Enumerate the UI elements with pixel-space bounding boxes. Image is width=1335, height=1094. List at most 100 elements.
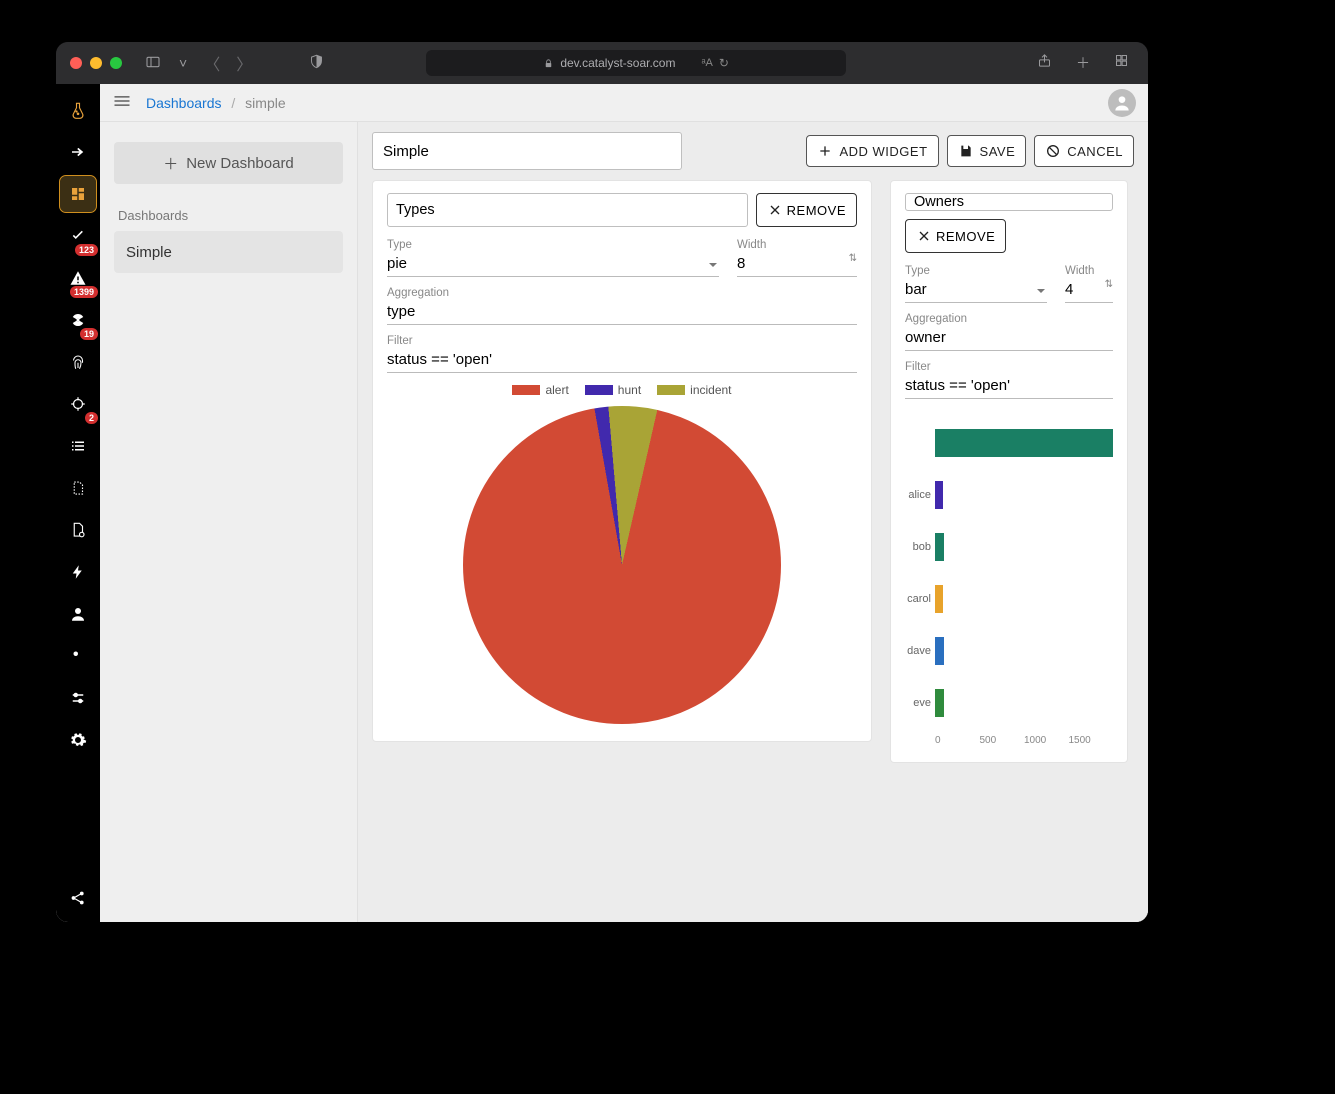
filter-input[interactable] (387, 349, 857, 373)
type-select[interactable] (905, 279, 1047, 303)
save-button[interactable]: SAVE (947, 135, 1027, 167)
bar-row: dave (905, 631, 1113, 671)
field-label: Filter (387, 335, 857, 347)
widget-name-input[interactable] (387, 193, 748, 227)
save-icon (958, 143, 974, 159)
field-label: Aggregation (905, 313, 1113, 325)
browser-window: ˅ 〈 〉 dev.catalyst-soar.com ᵃA ↻ ＋ (56, 42, 1148, 922)
reload-icon[interactable]: ↻ (719, 56, 729, 70)
add-widget-button[interactable]: ADD WIDGET (806, 135, 938, 167)
bar-label: dave (905, 645, 935, 657)
dashboard-name-input[interactable] (372, 132, 682, 170)
share-icon[interactable] (1032, 53, 1057, 73)
close-icon (767, 202, 783, 218)
maximize-window-icon[interactable] (110, 57, 122, 69)
rail-item-gear[interactable] (60, 722, 96, 758)
url-text: dev.catalyst-soar.com (560, 56, 675, 70)
rail-item-tasks[interactable]: 123 (60, 218, 96, 254)
rail-item-alerts[interactable]: 1399 (60, 260, 96, 296)
field-label: Width (1065, 265, 1113, 277)
new-dashboard-button[interactable]: ＋ New Dashboard (114, 142, 343, 184)
bar-chart: alice bob carol dave eve 050010001500 (905, 423, 1113, 746)
width-input[interactable] (1065, 279, 1113, 303)
back-button[interactable]: 〈 (200, 51, 224, 75)
x-axis: 050010001500 (935, 735, 1113, 746)
sidebar-toggle-icon[interactable] (140, 54, 166, 73)
sidebar-item-label: Simple (126, 244, 172, 261)
breadcrumb-current: simple (245, 95, 285, 111)
bar-row: carol (905, 579, 1113, 619)
pie-graphic (462, 405, 782, 725)
type-select[interactable] (387, 253, 719, 277)
aggregation-input[interactable] (905, 327, 1113, 351)
badge: 19 (80, 328, 98, 340)
bar-row: alice (905, 475, 1113, 515)
new-tab-icon[interactable]: ＋ (1071, 53, 1095, 73)
aggregation-input[interactable] (387, 301, 857, 325)
rail-item-bolt[interactable] (60, 554, 96, 590)
new-dashboard-label: New Dashboard (186, 155, 294, 172)
filter-input[interactable] (905, 375, 1113, 399)
dashboard-canvas: ADD WIDGET SAVE CANCEL (358, 122, 1148, 922)
bar-row: eve (905, 683, 1113, 723)
breadcrumb-root[interactable]: Dashboards (146, 95, 222, 111)
sidebar: ＋ New Dashboard Dashboards Simple (100, 122, 358, 922)
nav-rail: 123 1399 19 2 (56, 84, 100, 922)
reader-icon[interactable]: ᵃA (701, 57, 712, 69)
address-bar[interactable]: dev.catalyst-soar.com ᵃA ↻ (426, 50, 846, 76)
sidebar-section-label: Dashboards (114, 208, 343, 223)
remove-widget-button[interactable]: REMOVE (756, 193, 857, 227)
lock-icon (543, 58, 554, 69)
logo-icon[interactable] (60, 92, 96, 128)
app-header: Dashboards / simple (100, 84, 1148, 122)
bar-label: bob (905, 541, 935, 553)
rail-item-list[interactable] (60, 428, 96, 464)
chevron-down-icon[interactable]: ˅ (174, 55, 192, 71)
field-label: Width (737, 239, 857, 251)
rail-item-template[interactable] (60, 470, 96, 506)
rail-item-sliders[interactable] (60, 680, 96, 716)
rail-item-fingerprint[interactable] (60, 344, 96, 380)
avatar[interactable] (1108, 89, 1136, 117)
bar-row: bob (905, 527, 1113, 567)
rail-item-dashboards[interactable] (60, 176, 96, 212)
plus-icon (817, 143, 833, 159)
field-label: Aggregation (387, 287, 857, 299)
rail-item-file-settings[interactable] (60, 512, 96, 548)
bar-label: alice (905, 489, 935, 501)
width-input[interactable] (737, 253, 857, 277)
app-main: Dashboards / simple ＋ New Dashboard (100, 84, 1148, 922)
menu-toggle-icon[interactable] (112, 91, 132, 114)
minimize-window-icon[interactable] (90, 57, 102, 69)
rail-item-arrow[interactable] (60, 134, 96, 170)
bar-label: carol (905, 593, 935, 605)
widget-owners: REMOVE Type Width (890, 180, 1128, 763)
widget-types: REMOVE Type Width (372, 180, 872, 742)
badge: 1399 (70, 286, 98, 298)
shield-icon[interactable] (304, 54, 329, 72)
rail-item-settings-small[interactable] (60, 638, 96, 674)
rail-item-radiation[interactable]: 19 (60, 302, 96, 338)
forward-button[interactable]: 〉 (232, 51, 256, 75)
sidebar-item-simple[interactable]: Simple (114, 231, 343, 273)
badge: 123 (75, 244, 98, 256)
field-label: Filter (905, 361, 1113, 373)
browser-titlebar: ˅ 〈 〉 dev.catalyst-soar.com ᵃA ↻ ＋ (56, 42, 1148, 84)
tabs-overview-icon[interactable] (1109, 53, 1134, 73)
plus-icon: ＋ (163, 153, 178, 174)
window-controls (70, 57, 122, 69)
bar-label: eve (905, 697, 935, 709)
widget-name-input[interactable] (905, 193, 1113, 211)
app-body: 123 1399 19 2 (56, 84, 1148, 922)
field-label: Type (387, 239, 719, 251)
remove-widget-button[interactable]: REMOVE (905, 219, 1006, 253)
badge: 2 (85, 412, 98, 424)
close-window-icon[interactable] (70, 57, 82, 69)
rail-item-target[interactable]: 2 (60, 386, 96, 422)
rail-item-user[interactable] (60, 596, 96, 632)
breadcrumb: Dashboards / simple (146, 95, 286, 111)
bar-row (905, 423, 1113, 463)
chart-legend: alert hunt incident (387, 383, 857, 397)
cancel-button[interactable]: CANCEL (1034, 135, 1134, 167)
rail-item-share[interactable] (60, 880, 96, 916)
